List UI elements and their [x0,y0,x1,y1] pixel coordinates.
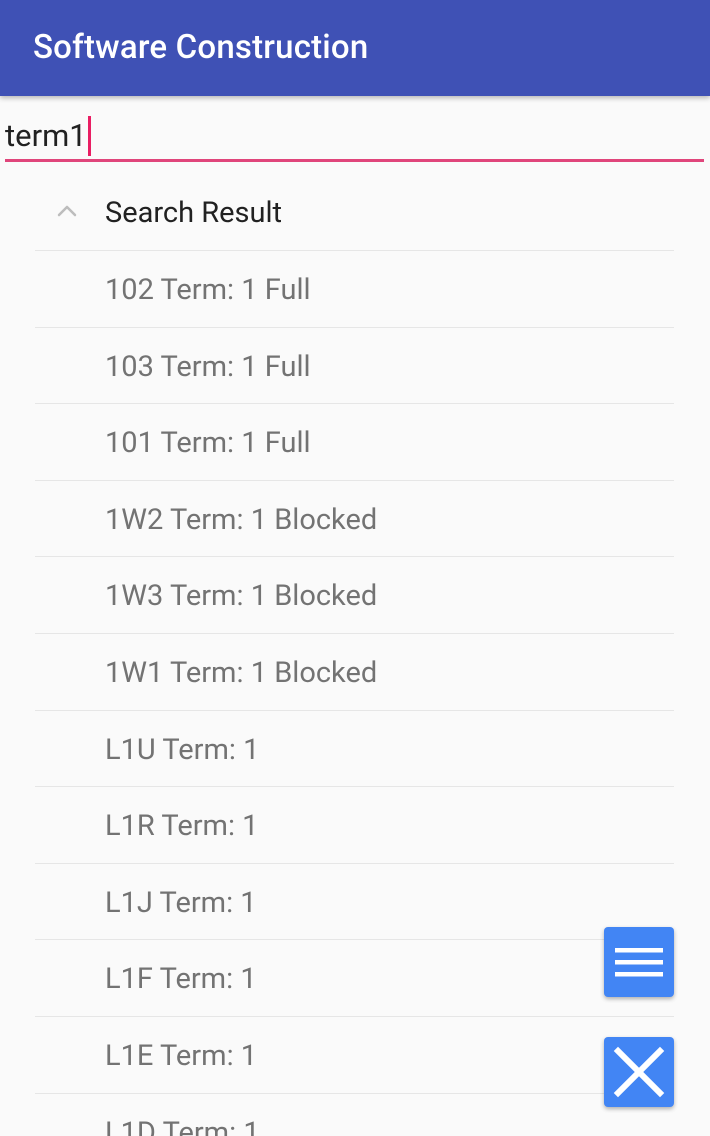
app-screen: Software Construction term1 Search Resul… [0,0,710,1136]
list-item-label: L1R Term: 1 [105,809,259,844]
list-item[interactable]: L1J Term: 1 [35,862,674,940]
list-item[interactable]: L1F Term: 1 [35,939,674,1016]
list-item-label: L1U Term: 1 [105,732,260,767]
list-item[interactable]: 101 Term: 1 Full [35,403,674,480]
close-button[interactable] [604,1037,674,1107]
list-item[interactable]: L1D Term: 1 [35,1092,674,1136]
hamburger-menu-icon [615,948,663,977]
list-item[interactable]: L1R Term: 1 [35,786,674,863]
list-item[interactable]: 1W1 Term: 1 Blocked [35,632,674,710]
list-item-label: L1J Term: 1 [105,885,257,920]
list-item-label: L1F Term: 1 [105,962,257,997]
menu-button[interactable] [604,927,674,997]
list-item[interactable]: L1E Term: 1 [35,1015,674,1093]
list-item[interactable]: 1W2 Term: 1 Blocked [35,479,674,557]
list-item-label: 103 Term: 1 Full [105,349,311,384]
list-item-label: 101 Term: 1 Full [105,426,311,461]
list-item[interactable]: 1W3 Term: 1 Blocked [35,556,674,633]
list-item-label: L1E Term: 1 [105,1038,258,1073]
search-field[interactable]: term1 [5,110,704,162]
search-result-list: 102 Term: 1 Full 103 Term: 1 Full 101 Term… [35,250,674,1136]
search-result-group-label: Search Result [105,196,283,230]
app-bar: Software Construction [0,0,710,96]
list-item[interactable]: 103 Term: 1 Full [35,326,674,404]
list-item-label: 1W1 Term: 1 Blocked [105,655,378,690]
close-x-icon [613,1046,665,1098]
list-item-label: L1D Term: 1 [105,1115,260,1136]
search-result-group-header[interactable]: Search Result [35,176,674,250]
list-item[interactable]: L1U Term: 1 [35,709,674,787]
app-title: Software Construction [33,28,369,67]
list-item-label: 1W3 Term: 1 Blocked [105,579,378,614]
list-item-label: 1W2 Term: 1 Blocked [105,502,378,537]
search-underline [5,159,704,162]
chevron-up-icon [57,205,77,217]
search-input-value: term1 [5,117,87,154]
text-cursor [87,116,91,156]
list-item[interactable]: 102 Term: 1 Full [35,250,674,327]
list-item-label: 102 Term: 1 Full [105,273,311,307]
search-input[interactable]: term1 [5,116,91,156]
